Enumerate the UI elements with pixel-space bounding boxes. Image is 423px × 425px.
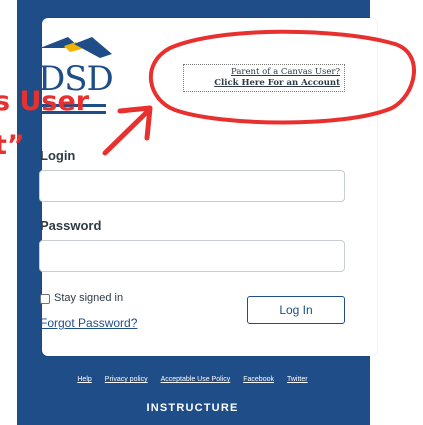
password-input[interactable] — [39, 240, 345, 272]
login-button[interactable]: Log In — [247, 296, 345, 324]
parent-link-line-1: Parent of a Canvas User? — [231, 67, 340, 77]
parent-link-line-2: Click Here For an Account — [214, 78, 340, 88]
annotation-line-1: s User — [0, 86, 90, 117]
footer-link-help[interactable]: Help — [77, 376, 91, 388]
annotation-line-2: t” — [0, 130, 25, 161]
footer-link-acceptable-use[interactable]: Acceptable Use Policy — [161, 376, 231, 388]
parent-account-link[interactable]: Parent of a Canvas User? Click Here For … — [183, 64, 345, 92]
parent-account-link-text: Parent of a Canvas User? Click Here For … — [214, 67, 340, 89]
stay-signed-in-checkbox[interactable] — [40, 294, 50, 304]
forgot-password-link[interactable]: Forgot Password? — [40, 316, 137, 330]
instructure-brand: INSTRUCTURE — [146, 402, 239, 414]
footer-link-facebook[interactable]: Facebook — [243, 376, 274, 388]
annotation-text: s User t” — [0, 80, 89, 168]
password-label: Password — [40, 218, 102, 233]
footer-link-privacy[interactable]: Privacy policy — [105, 376, 148, 388]
login-button-label: Log In — [279, 303, 313, 317]
stay-signed-in-label: Stay signed in — [54, 292, 124, 304]
footer-link-twitter[interactable]: Twitter — [287, 376, 308, 388]
footer-links: Help Privacy policy Acceptable Use Polic… — [25, 376, 360, 388]
login-input[interactable] — [39, 170, 345, 202]
